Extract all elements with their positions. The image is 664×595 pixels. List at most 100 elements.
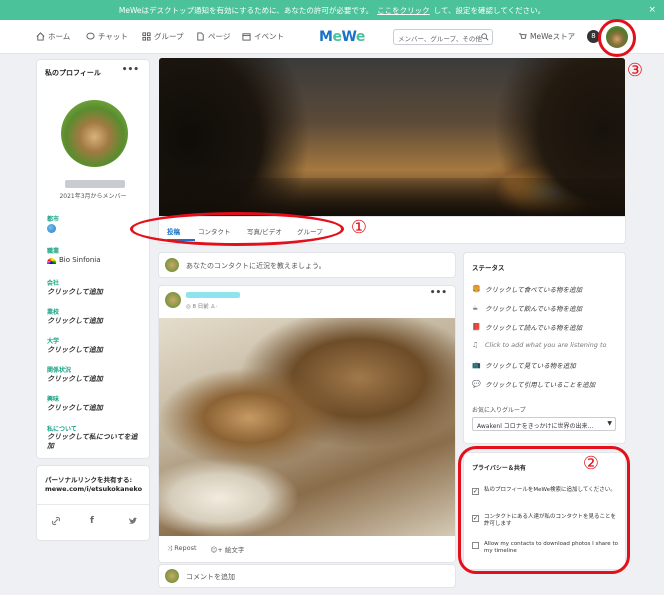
status-row-label: クリックして飲んでいる物を追加 (485, 305, 582, 313)
nav-home[interactable]: ホーム (36, 31, 70, 42)
music-icon: ♫ (472, 341, 479, 349)
comment-box[interactable]: コメントを追加 (159, 565, 455, 587)
profile-card: 私のプロフィール ••• 2021年3月からメンバー 都市 職業 Bio Sin… (37, 60, 149, 458)
banner-text-2: して、設定を確認してください。 (433, 5, 546, 15)
field-value-relationship[interactable]: クリックして追加 (47, 374, 103, 384)
banner-text: MeWeはデスクトップ通知を有効にするために、あなたの許可が必要です。 (118, 5, 374, 15)
cart-icon (518, 33, 527, 39)
share-label: パーソナルリンクを共有する: (45, 476, 133, 484)
compose-box[interactable]: あなたのコンタクトに近況を教えましょう。 (159, 253, 455, 277)
nav-chat[interactable]: チャット (86, 31, 128, 42)
comment-placeholder: コメントを追加 (186, 573, 235, 581)
mewe-logo[interactable]: MeWe (319, 29, 365, 45)
facebook-icon[interactable]: f (90, 516, 94, 526)
post-card: ◎ 8 日前 ♙· ••• ⤨ Repost ☺+ 絵文字 (159, 286, 455, 562)
nav-store[interactable]: MeWeストア (518, 31, 575, 42)
status-row-quoting[interactable]: 💬 クリックして引用していることを追加 (472, 379, 595, 389)
annotation-number-1: ① (350, 217, 368, 238)
close-icon[interactable]: × (648, 5, 656, 15)
nav-store-label: MeWeストア (530, 32, 576, 41)
repost-button[interactable]: ⤨ Repost (167, 544, 197, 554)
logo-m: M (319, 29, 333, 45)
status-row-listening[interactable]: ♫ Click to add what you are listening to (472, 341, 607, 349)
avatar[interactable] (165, 292, 181, 308)
field-value-university[interactable]: クリックして追加 (47, 345, 103, 355)
status-title: ステータス (472, 264, 505, 272)
logo-w: W (341, 29, 356, 45)
post-actions: ⤨ Repost ☺+ 絵文字 (167, 544, 244, 554)
share-text: パーソナルリンクを共有する: mewe.com/i/etsukokaneko (45, 476, 142, 494)
tv-icon: 📺 (472, 361, 481, 369)
search-placeholder: メンバー、グループ、その他 (398, 35, 482, 43)
share-url[interactable]: mewe.com/i/etsukokaneko (45, 485, 142, 494)
chevron-down-icon: ▼ (607, 420, 612, 427)
nav-events-label: イベント (254, 32, 284, 41)
logo-e2: e (355, 29, 366, 45)
status-row-label: クリックして見ている物を追加 (485, 362, 576, 370)
annotation-number-3: ③ (626, 60, 644, 81)
field-label-school: 業校 (47, 309, 60, 316)
annotation-ring-3 (598, 19, 636, 57)
field-value-job[interactable]: Bio Sinfonia (59, 256, 101, 264)
annotation-ring-1 (130, 212, 344, 246)
field-value-company[interactable]: クリックして追加 (47, 287, 103, 297)
link-icon[interactable] (51, 516, 61, 526)
profile-avatar[interactable] (61, 100, 128, 167)
status-row-drinking[interactable]: ☕ クリックして飲んでいる物を追加 (472, 303, 582, 313)
speech-bubble-icon: 💬 (472, 380, 481, 388)
avatar (165, 258, 179, 272)
nav-pages-label: ページ (208, 32, 231, 41)
book-icon: 📕 (472, 323, 481, 331)
compose-placeholder: あなたのコンタクトに近況を教えましょう。 (186, 262, 326, 270)
coffee-icon: ☕ (472, 304, 479, 312)
field-label-job: 職業 (47, 248, 60, 255)
top-nav: ホーム チャット グループ ページ イベント MeWe メンバー、グループ、その… (0, 20, 664, 54)
nav-chat-label: チャット (98, 32, 128, 41)
share-link-card: パーソナルリンクを共有する: mewe.com/i/etsukokaneko f (37, 466, 149, 540)
home-icon (36, 32, 45, 41)
globe-icon (47, 224, 56, 233)
post-photo[interactable] (159, 318, 455, 536)
status-row-eating[interactable]: 🍔 クリックして食べている物を追加 (472, 284, 582, 294)
chat-icon (86, 32, 95, 40)
annotation-ring-2 (458, 446, 630, 574)
nav-groups-label: グループ (154, 32, 184, 41)
emoji-button[interactable]: ☺+ 絵文字 (211, 544, 245, 554)
nav-pages[interactable]: ページ (196, 31, 230, 42)
nav-home-label: ホーム (48, 32, 71, 41)
field-value-about[interactable]: クリックして私についてを追加 (47, 433, 143, 451)
nav-groups[interactable]: グループ (142, 31, 184, 42)
more-icon[interactable]: ••• (122, 65, 139, 75)
twitter-icon[interactable] (128, 516, 138, 526)
status-row-label: クリックして読んでいる物を追加 (485, 324, 582, 332)
repost-label: Repost (174, 544, 197, 552)
groups-icon (142, 32, 151, 41)
field-label-interests: 興味 (47, 396, 60, 403)
favorite-groups-label: お気に入りグループ (472, 407, 526, 414)
annotation-number-2: ② (582, 453, 600, 474)
field-value-school[interactable]: クリックして追加 (47, 316, 103, 326)
cover-photo[interactable] (159, 58, 625, 218)
search-input[interactable]: メンバー、グループ、その他 (393, 29, 493, 45)
banner-link[interactable]: ここをクリック (377, 5, 430, 16)
field-value-interests[interactable]: クリックして追加 (47, 403, 103, 413)
status-row-reading[interactable]: 📕 クリックして読んでいる物を追加 (472, 322, 582, 332)
calendar-icon (242, 33, 251, 41)
field-label-about: 私について (47, 426, 77, 433)
rainbow-icon (47, 258, 56, 264)
favorite-groups-select[interactable]: Awakenl コロナをきっかけに世界の出来... ▼ (472, 417, 616, 431)
burger-icon: 🍔 (472, 285, 481, 293)
post-author-blurred[interactable] (186, 292, 240, 298)
emoji-label: 絵文字 (224, 546, 245, 554)
notification-banner: MeWeはデスクトップ通知を有効にするために、あなたの許可が必要です。 ここをク… (0, 0, 664, 20)
page-icon (197, 32, 204, 41)
search-icon (481, 33, 489, 41)
more-icon[interactable]: ••• (430, 288, 447, 298)
post-meta: ◎ 8 日前 ♙· (186, 304, 218, 310)
member-since: 2021年3月からメンバー (59, 193, 127, 200)
field-label-university: 大学 (47, 338, 60, 345)
nav-events[interactable]: イベント (242, 31, 284, 42)
status-row-watching[interactable]: 📺 クリックして見ている物を追加 (472, 360, 576, 370)
status-row-label: Click to add what you are listening to (485, 341, 607, 349)
divider (37, 504, 149, 505)
